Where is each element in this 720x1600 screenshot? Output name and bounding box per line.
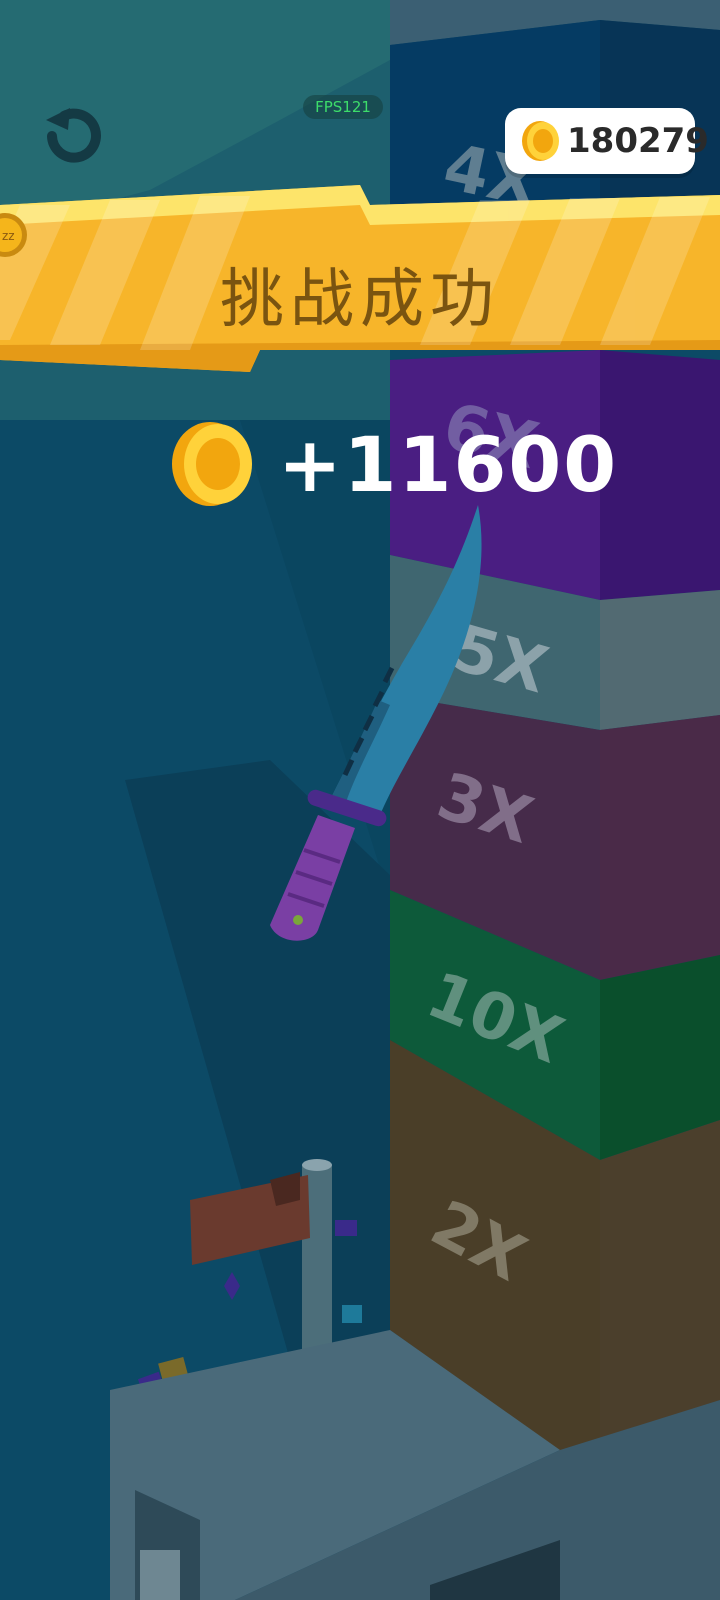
game-scene: 4X 6X 5X 3X 10X 2X bbox=[0, 0, 720, 1600]
side-badge-text: zz bbox=[2, 229, 15, 243]
reward-amount: +11600 bbox=[278, 420, 619, 509]
coin-total: 180279 bbox=[567, 121, 709, 161]
coin-icon bbox=[522, 121, 559, 161]
banner-title: 挑战成功 bbox=[220, 263, 500, 337]
reward-coin-icon bbox=[172, 422, 252, 506]
reward-display: +11600 bbox=[170, 420, 616, 510]
restart-icon[interactable] bbox=[36, 100, 108, 172]
fps-indicator: FPS121 bbox=[303, 95, 383, 119]
coin-counter[interactable]: 180279 bbox=[505, 108, 709, 174]
